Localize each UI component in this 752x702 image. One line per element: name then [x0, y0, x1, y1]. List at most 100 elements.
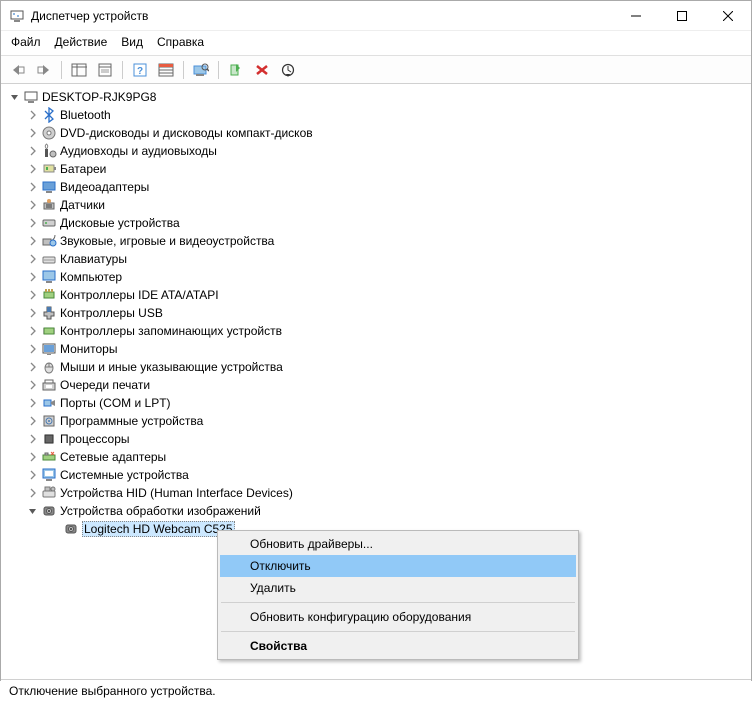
chevron-down-icon[interactable]: [7, 89, 23, 105]
chevron-right-icon[interactable]: [25, 107, 41, 123]
tree-category-label: Компьютер: [60, 270, 122, 284]
chevron-right-icon[interactable]: [25, 413, 41, 429]
forward-button[interactable]: [33, 60, 55, 80]
tree-category[interactable]: Контроллеры IDE ATA/ATAPI: [3, 286, 751, 304]
category-icon: [41, 377, 57, 393]
minimize-button[interactable]: [613, 1, 659, 31]
chevron-right-icon[interactable]: [25, 233, 41, 249]
titlebar: Диспетчер устройств: [1, 1, 751, 31]
tree-category[interactable]: Мыши и иные указывающие устройства: [3, 358, 751, 376]
chevron-right-icon[interactable]: [25, 143, 41, 159]
context-menu: Обновить драйверы... Отключить Удалить О…: [217, 530, 579, 660]
tree-category[interactable]: Процессоры: [3, 430, 751, 448]
ctx-properties[interactable]: Свойства: [220, 635, 576, 657]
menu-file[interactable]: Файл: [11, 35, 41, 49]
tree-category[interactable]: Контроллеры запоминающих устройств: [3, 322, 751, 340]
toolbar-separator: [61, 61, 62, 79]
menu-view[interactable]: Вид: [121, 35, 143, 49]
tree-category-label: Клавиатуры: [60, 252, 127, 266]
tree-category[interactable]: Компьютер: [3, 268, 751, 286]
category-icon: [41, 485, 57, 501]
chevron-right-icon[interactable]: [25, 485, 41, 501]
chevron-right-icon[interactable]: [25, 395, 41, 411]
arrow-spacer: [47, 521, 63, 537]
disable-button[interactable]: [277, 60, 299, 80]
show-hide-tree-button[interactable]: [68, 60, 90, 80]
action-button[interactable]: [155, 60, 177, 80]
ctx-disable[interactable]: Отключить: [220, 555, 576, 577]
scan-button[interactable]: [190, 60, 212, 80]
tree-category[interactable]: Клавиатуры: [3, 250, 751, 268]
chevron-right-icon[interactable]: [25, 377, 41, 393]
tree-category[interactable]: Программные устройства: [3, 412, 751, 430]
chevron-right-icon[interactable]: [25, 467, 41, 483]
status-text: Отключение выбранного устройства.: [9, 684, 216, 698]
chevron-right-icon[interactable]: [25, 449, 41, 465]
ctx-separator: [221, 602, 575, 603]
chevron-right-icon[interactable]: [25, 287, 41, 303]
tree-category[interactable]: Очереди печати: [3, 376, 751, 394]
tree-category[interactable]: Дисковые устройства: [3, 214, 751, 232]
tree-category[interactable]: Аудиовходы и аудиовыходы: [3, 142, 751, 160]
tree-category[interactable]: Видеоадаптеры: [3, 178, 751, 196]
chevron-right-icon[interactable]: [25, 323, 41, 339]
chevron-right-icon[interactable]: [25, 359, 41, 375]
maximize-button[interactable]: [659, 1, 705, 31]
tree-category-label: Контроллеры запоминающих устройств: [60, 324, 282, 338]
tree-category[interactable]: Батареи: [3, 160, 751, 178]
ctx-update-drivers[interactable]: Обновить драйверы...: [220, 533, 576, 555]
ctx-delete[interactable]: Удалить: [220, 577, 576, 599]
tree-category[interactable]: Мониторы: [3, 340, 751, 358]
ctx-rescan[interactable]: Обновить конфигурацию оборудования: [220, 606, 576, 628]
svg-text:?: ?: [137, 66, 143, 77]
tree-category[interactable]: Устройства HID (Human Interface Devices): [3, 484, 751, 502]
tree-category[interactable]: Датчики: [3, 196, 751, 214]
menu-help[interactable]: Справка: [157, 35, 204, 49]
tree-category[interactable]: Устройства обработки изображений: [3, 502, 751, 520]
tree-category-label: Сетевые адаптеры: [60, 450, 166, 464]
chevron-right-icon[interactable]: [25, 431, 41, 447]
statusbar: Отключение выбранного устройства.: [1, 680, 751, 702]
tree-category-label: Устройства HID (Human Interface Devices): [60, 486, 293, 500]
tree-category-label: Порты (COM и LPT): [60, 396, 171, 410]
chevron-right-icon[interactable]: [25, 179, 41, 195]
tree-category-label: Дисковые устройства: [60, 216, 180, 230]
tree-category-label: Очереди печати: [60, 378, 150, 392]
back-button[interactable]: [7, 60, 29, 80]
tree-root[interactable]: DESKTOP-RJK9PG8: [3, 88, 751, 106]
tree-category-label: Мыши и иные указывающие устройства: [60, 360, 283, 374]
chevron-right-icon[interactable]: [25, 197, 41, 213]
category-icon: [41, 431, 57, 447]
chevron-right-icon[interactable]: [25, 161, 41, 177]
properties-button[interactable]: [94, 60, 116, 80]
tree-category[interactable]: Звуковые, игровые и видеоустройства: [3, 232, 751, 250]
tree-category-label: Процессоры: [60, 432, 130, 446]
tree-category[interactable]: DVD-дисководы и дисководы компакт-дисков: [3, 124, 751, 142]
chevron-right-icon[interactable]: [25, 305, 41, 321]
category-icon: [41, 125, 57, 141]
chevron-right-icon[interactable]: [25, 341, 41, 357]
chevron-right-icon[interactable]: [25, 125, 41, 141]
tree-category[interactable]: Порты (COM и LPT): [3, 394, 751, 412]
menu-action[interactable]: Действие: [55, 35, 108, 49]
category-icon: [41, 143, 57, 159]
tree-category[interactable]: Контроллеры USB: [3, 304, 751, 322]
chevron-right-icon[interactable]: [25, 215, 41, 231]
close-button[interactable]: [705, 1, 751, 31]
chevron-right-icon[interactable]: [25, 269, 41, 285]
category-icon: [41, 215, 57, 231]
category-icon: [41, 287, 57, 303]
enable-button[interactable]: [225, 60, 247, 80]
tree-category[interactable]: Bluetooth: [3, 106, 751, 124]
help-button[interactable]: ?: [129, 60, 151, 80]
tree-category-label: Контроллеры IDE ATA/ATAPI: [60, 288, 219, 302]
tree-category[interactable]: Системные устройства: [3, 466, 751, 484]
chevron-right-icon[interactable]: [25, 251, 41, 267]
category-icon: [41, 449, 57, 465]
uninstall-button[interactable]: [251, 60, 273, 80]
window-controls: [613, 1, 751, 30]
device-manager-icon: [9, 8, 25, 24]
tree-category[interactable]: Сетевые адаптеры: [3, 448, 751, 466]
menubar: Файл Действие Вид Справка: [1, 31, 751, 56]
chevron-down-icon[interactable]: [25, 503, 41, 519]
